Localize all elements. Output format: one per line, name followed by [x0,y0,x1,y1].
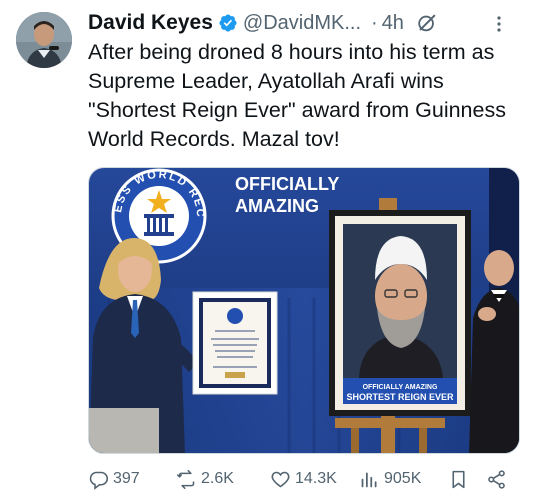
verified-badge-icon [219,14,237,32]
backdrop-slogan-2: AMAZING [235,196,319,216]
share-button[interactable] [486,462,511,496]
reply-button[interactable]: 397 [88,462,140,496]
avatar[interactable] [16,12,72,68]
poster-caption-2: SHORTEST REIGN EVER [346,392,454,402]
author-handle[interactable]: @DavidMK... [243,12,361,35]
backdrop-slogan-1: OFFICIALLY [235,174,339,194]
bookmark-button[interactable] [448,462,473,496]
repost-button[interactable]: 2.6K [176,462,234,496]
grok-icon[interactable] [416,12,438,34]
like-button[interactable]: 14.3K [270,462,337,496]
like-count: 14.3K [295,470,337,487]
views-button[interactable]: 905K [359,462,421,496]
author-name[interactable]: David Keyes [88,11,213,35]
repost-icon [176,469,195,489]
reply-count: 397 [113,470,140,487]
heart-icon [271,471,290,487]
poster-caption-1: OFFICIALLY AMAZING [363,384,438,391]
views-count: 905K [384,470,422,487]
views-chart-icon [361,472,377,487]
share-icon [488,469,505,489]
more-options-icon[interactable] [489,14,509,34]
tweet-actions-bar: 397 2.6K 14.3K 905K [88,462,520,496]
separator-dot: · [371,11,378,34]
repost-count: 2.6K [201,470,234,487]
tweet-text: After being droned 8 hours into his term… [88,40,506,151]
timestamp[interactable]: 4h [382,12,404,35]
bookmark-icon [452,470,465,488]
tweet-media-photo[interactable]: GUINNESS WORLD RECORDS OFFICIALLY AMAZIN… [88,167,520,454]
reply-icon [89,471,109,490]
tweet-header: David Keyes @DavidMK... · 4h [88,10,523,36]
